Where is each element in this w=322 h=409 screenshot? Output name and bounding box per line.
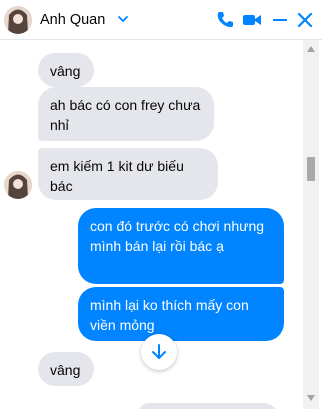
message-text: vâng: [50, 63, 81, 79]
scrollbar[interactable]: [303, 40, 319, 409]
contact-avatar[interactable]: [4, 6, 32, 34]
video-icon[interactable]: [241, 9, 263, 31]
minimize-icon[interactable]: [269, 9, 291, 31]
message-text: vâng: [50, 362, 81, 378]
message-bubble[interactable]: em kiếm 1 kit dư biếu bác: [38, 148, 218, 200]
scrollbar-thumb[interactable]: [307, 157, 315, 181]
chat-header: Anh Quan: [0, 0, 322, 40]
chevron-down-icon[interactable]: [116, 12, 130, 26]
partial-message-bubble: [136, 403, 278, 409]
message-text: em kiếm 1 kit dư biếu bác: [50, 158, 184, 194]
scroll-to-bottom-button[interactable]: [141, 334, 177, 370]
scroll-up-arrow-icon[interactable]: [307, 46, 315, 52]
message-bubble[interactable]: con đó trước có chơi nhưng mình bán lại …: [78, 208, 284, 284]
contact-avatar-small[interactable]: [4, 171, 32, 199]
message-text: con đó trước có chơi nhưng mình bán lại …: [90, 218, 265, 254]
arrow-down-icon: [152, 344, 166, 359]
message-bubble[interactable]: vâng: [38, 352, 94, 386]
message-text: ah bác có con frey chưa nhỉ: [50, 97, 201, 133]
close-icon[interactable]: [294, 9, 316, 31]
message-bubble[interactable]: mình lại ko thích mấy con viền mỏng: [78, 287, 284, 341]
message-bubble[interactable]: vâng: [38, 53, 94, 87]
contact-name[interactable]: Anh Quan: [40, 12, 105, 28]
phone-icon[interactable]: [214, 9, 236, 31]
message-bubble[interactable]: ah bác có con frey chưa nhỉ: [38, 87, 214, 141]
message-text: mình lại ko thích mấy con viền mỏng: [90, 297, 249, 333]
scroll-down-arrow-icon[interactable]: [307, 395, 315, 401]
